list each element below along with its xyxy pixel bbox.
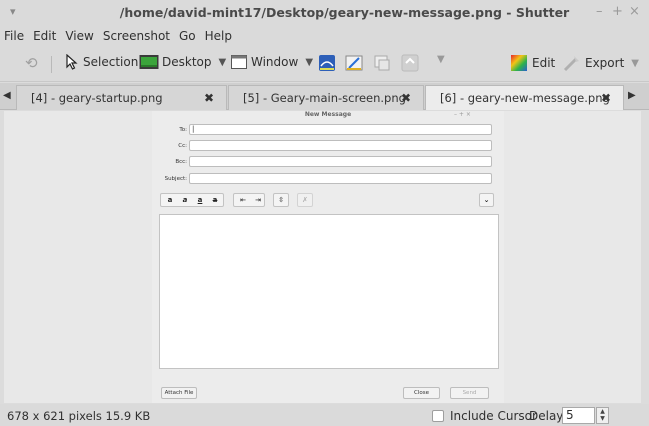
preview-strike-button: a [212, 196, 218, 204]
preview-clear-format-button: ✗ [302, 196, 308, 204]
preview-indent-button: ⇥ [255, 196, 261, 204]
web-capture-button[interactable] [318, 54, 336, 72]
include-cursor-label[interactable]: Include Cursor [450, 409, 537, 423]
tab-scroll-right-icon[interactable]: ▶ [628, 90, 636, 101]
tab-close-icon[interactable]: ✖ [401, 91, 411, 105]
preview-bold-button: a [167, 196, 173, 204]
desktop-button[interactable]: Desktop ▼ [139, 54, 226, 70]
tab-close-icon[interactable]: ✖ [204, 91, 214, 105]
preview-format-group-text: a a a a [160, 193, 224, 207]
menu-view[interactable]: View [65, 29, 93, 43]
tab-label: [4] - geary-startup.png [31, 91, 163, 105]
image-canvas[interactable]: New Message – + × To: | Cc: Bcc: Subject… [4, 111, 641, 403]
preview-attach-file-button: Attach File [161, 387, 197, 399]
preview-cc-label: Cc: [178, 143, 187, 149]
window-dropdown-icon[interactable]: ▼ [305, 57, 313, 68]
menu-capture-button[interactable] [373, 54, 391, 72]
desktop-dropdown-icon[interactable]: ▼ [219, 57, 227, 68]
spin-up-icon[interactable]: ▲ [597, 408, 608, 415]
preview-to-field: | [189, 124, 492, 135]
preview-to-row: To: | [152, 124, 504, 136]
tab-close-icon[interactable]: ✖ [601, 91, 611, 105]
menu-edit[interactable]: Edit [33, 29, 56, 43]
preview-close-button: Close [403, 387, 440, 399]
preview-to-value: | [192, 125, 195, 133]
tab-geary-new-message[interactable]: [6] - geary-new-message.png ✖ [425, 85, 624, 110]
tab-label: [6] - geary-new-message.png [440, 91, 610, 105]
tab-label: [5] - Geary-main-screen.png [243, 91, 406, 105]
tab-geary-startup[interactable]: [4] - geary-startup.png ✖ [16, 85, 227, 110]
preview-format-group-indent: ⇤ ⇥ [233, 193, 265, 207]
preview-format-group-font: ⇳ [273, 193, 289, 207]
cursor-icon [66, 54, 78, 70]
export-button[interactable]: Export ▼ [563, 54, 639, 72]
tooltip-capture-button[interactable] [401, 54, 419, 72]
preview-window-controls: – + × [454, 111, 471, 118]
preview-font-size-button: ⇳ [278, 196, 284, 204]
preview-message-body [159, 214, 499, 369]
desktop-label: Desktop [162, 55, 212, 69]
export-icon [563, 56, 579, 72]
title-bar: ▾ /home/david-mint17/Desktop/geary-new-m… [0, 0, 649, 26]
close-window-button[interactable]: × [629, 4, 640, 19]
preview-cc-field [189, 140, 492, 151]
include-cursor-checkbox[interactable] [432, 410, 444, 422]
desktop-icon [139, 55, 159, 69]
preview-send-button: Send [450, 387, 489, 399]
edit-label: Edit [532, 56, 556, 70]
redo-icon[interactable]: ⟲ [25, 54, 38, 72]
tooltip-capture-icon [401, 54, 419, 72]
preview-italic-button: a [182, 196, 188, 204]
menu-bar: File Edit View Screenshot Go Help [0, 26, 649, 46]
preview-subject-label: Subject: [164, 176, 187, 182]
spin-down-icon[interactable]: ▼ [597, 415, 608, 422]
tab-geary-main-screen[interactable]: [5] - Geary-main-screen.png ✖ [228, 85, 424, 110]
preview-outdent-button: ⇤ [240, 196, 246, 204]
export-label: Export [585, 56, 625, 70]
preview-cc-row: Cc: [152, 140, 504, 152]
window-icon [231, 55, 247, 69]
export-dropdown-icon[interactable]: ▼ [631, 58, 639, 69]
toolbar-separator [51, 56, 52, 73]
selection-button[interactable]: Selection [65, 54, 138, 70]
preview-window-title: New Message [304, 111, 352, 118]
tab-scroll-left-icon[interactable]: ◀ [3, 90, 11, 101]
window-button[interactable]: Window ▼ [231, 54, 313, 70]
more-capture-dropdown[interactable]: ▼ [430, 54, 445, 65]
window-title: /home/david-mint17/Desktop/geary-new-mes… [119, 5, 570, 20]
edit-button[interactable]: Edit [510, 54, 555, 72]
menu-capture-icon [374, 55, 390, 71]
preview-underline-button: a [197, 196, 203, 204]
delay-label: Delay: [529, 409, 567, 423]
image-info-text: 678 x 621 pixels 15.9 KB [7, 409, 151, 423]
preview-bcc-row: Bcc: [152, 156, 504, 168]
globe-icon [319, 55, 335, 71]
preview-to-label: To: [179, 127, 187, 133]
menu-go[interactable]: Go [179, 29, 196, 43]
preview-bcc-label: Bcc: [175, 159, 187, 165]
color-palette-icon [511, 55, 527, 71]
status-bar: 678 x 621 pixels 15.9 KB Include Cursor … [0, 404, 649, 426]
edit-image-button[interactable] [345, 54, 363, 72]
toolbar: ⟲ Selection Desktop ▼ Window ▼ ▼ Edit Ex… [0, 46, 649, 82]
preview-chevron-down-icon: ⌄ [483, 196, 490, 204]
delay-input[interactable]: 5 [562, 407, 595, 424]
preview-subject-field [189, 173, 492, 184]
preview-more-dropdown: ⌄ [479, 193, 494, 207]
preview-subject-row: Subject: [152, 173, 504, 185]
delay-spinner[interactable]: ▲ ▼ [596, 407, 609, 424]
minimize-button[interactable]: – [596, 4, 603, 19]
window-label: Window [251, 55, 299, 69]
menu-help[interactable]: Help [205, 29, 232, 43]
maximize-button[interactable]: + [612, 4, 623, 19]
preview-bcc-field [189, 156, 492, 167]
screenshot-preview: New Message – + × To: | Cc: Bcc: Subject… [152, 111, 504, 403]
menu-file[interactable]: File [4, 29, 24, 43]
draw-icon [345, 55, 363, 71]
more-capture-dropdown-icon[interactable]: ▼ [437, 54, 445, 65]
menu-screenshot[interactable]: Screenshot [103, 29, 170, 43]
selection-label: Selection [83, 55, 139, 69]
preview-format-group-clear: ✗ [297, 193, 313, 207]
tab-bar: ◀ [4] - geary-startup.png ✖ [5] - Geary-… [0, 83, 649, 110]
